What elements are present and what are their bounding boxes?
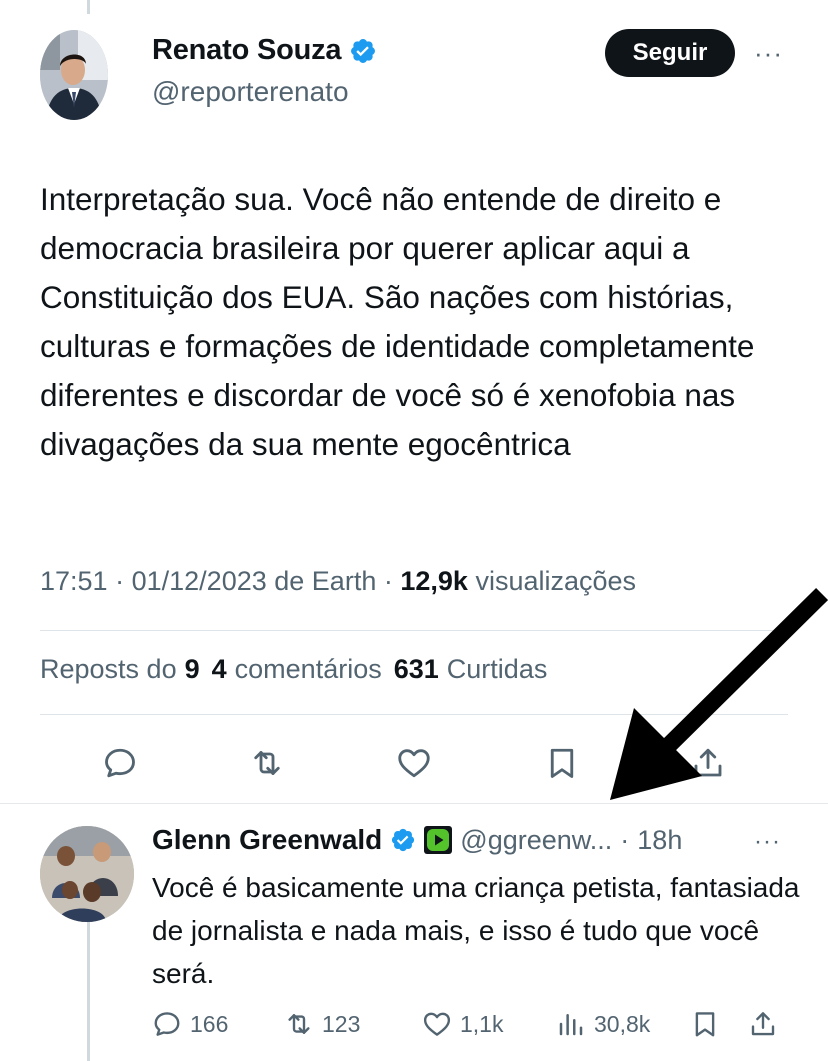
rumble-badge-icon[interactable] [424,826,453,854]
reply-actions: 166 123 1,1k 30,8k [0,1004,828,1044]
views-count: 12,9k [400,566,468,596]
avatar[interactable] [40,826,134,922]
like-button[interactable]: 1,1k [422,1004,503,1044]
reply-header: Glenn Greenwald @ggreenw... · 18h [152,824,683,856]
tweet-source: de Earth [274,566,377,596]
repost-icon [284,1009,314,1039]
likes-stat[interactable]: 631 Curtidas [394,654,548,685]
views-icon [556,1009,586,1039]
bookmark-icon[interactable] [542,740,582,786]
more-options-icon[interactable]: ··· [754,38,783,69]
repost-icon[interactable] [247,740,287,786]
views-button[interactable]: 30,8k [556,1004,650,1044]
views-count: 30,8k [594,1010,651,1037]
reply-author-name[interactable]: Glenn Greenwald [152,824,382,856]
tweet-stats: Reposts do 9 4 comentários 631 Curtidas [40,654,547,685]
author-name-row: Renato Souza [152,34,377,67]
verified-badge-icon[interactable] [390,827,416,853]
divider [0,803,828,804]
tweet-text: Interpretação sua. Você não entende de d… [40,181,755,462]
avatar[interactable] [40,30,108,120]
tweet-date[interactable]: 01/12/2023 [132,566,267,596]
reply-button[interactable]: 166 [152,1004,228,1044]
reply-count: 166 [190,1010,229,1037]
thread-line-top [87,0,90,14]
reply-author-handle[interactable]: @ggreenw... [460,825,612,856]
like-icon [422,1009,452,1039]
share-icon[interactable] [748,1004,778,1044]
author-handle[interactable]: @reporterenato [152,76,349,108]
reply-icon [152,1009,182,1039]
repost-count: 123 [322,1010,361,1037]
tweet-meta: 17:51 · 01/12/2023 de Earth · 12,9k visu… [40,566,637,596]
tweet-time[interactable]: 17:51 [40,566,108,596]
like-count: 1,1k [460,1010,504,1037]
annotation-arrow [610,587,828,800]
verified-badge-icon[interactable] [349,37,377,65]
more-options-icon[interactable]: ··· [754,828,781,856]
bookmark-icon[interactable] [690,1004,720,1044]
reply-icon[interactable] [100,740,140,786]
comments-stat[interactable]: 4 comentários [212,654,382,685]
follow-button[interactable]: Seguir [605,29,735,77]
repost-button[interactable]: 123 [284,1004,360,1044]
like-icon[interactable] [394,740,434,786]
reply-time[interactable]: 18h [637,825,682,856]
author-name[interactable]: Renato Souza [152,34,342,67]
reposts-stat[interactable]: Reposts do 9 [40,654,200,685]
reply-text: Você é basicamente uma criança petista, … [152,872,800,989]
